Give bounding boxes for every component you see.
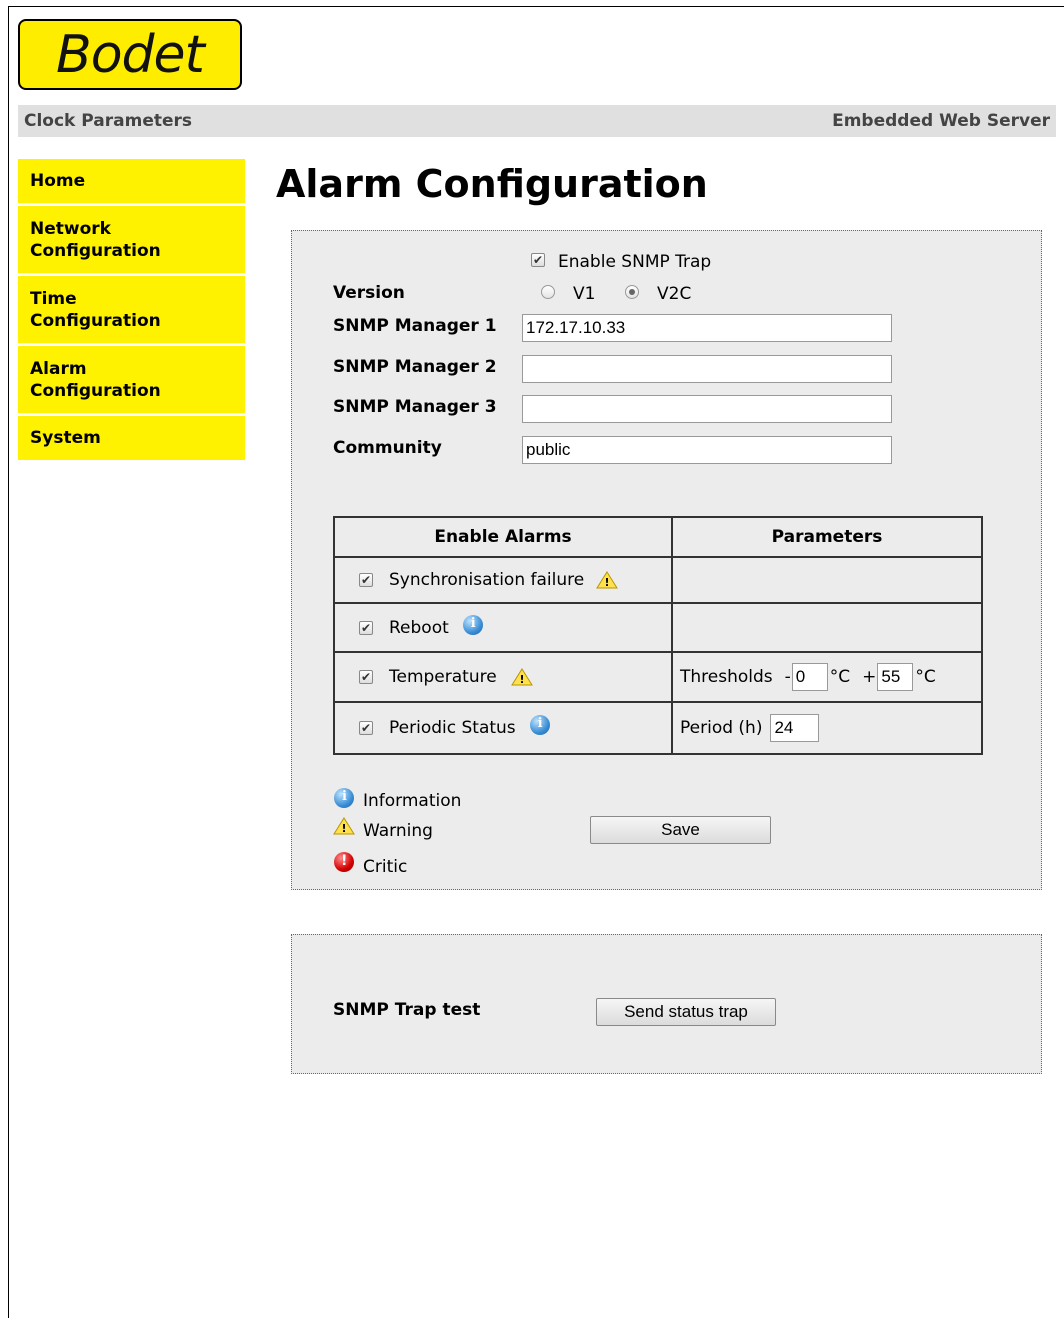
periodic-status-label: Periodic Status (389, 718, 516, 738)
page-border-top (8, 6, 1064, 7)
parameter-cell (671, 602, 983, 653)
alarm-cell: ✔ Periodic Status (333, 701, 673, 755)
svg-text:!: ! (341, 822, 346, 835)
alarm-cell: ✔ Reboot (333, 602, 673, 653)
information-icon (462, 614, 483, 635)
enable-snmp-trap-checkbox[interactable]: ✔ (531, 253, 545, 267)
warning-icon: ! (510, 668, 533, 686)
header-left-title: Clock Parameters (24, 111, 193, 131)
information-icon (334, 788, 354, 808)
temperature-label: Temperature (389, 667, 497, 687)
sync-failure-checkbox[interactable]: ✔ (359, 573, 373, 587)
period-input[interactable]: 24 (770, 714, 820, 742)
sidebar-item-label: Home (30, 171, 86, 191)
community-label: Community (333, 438, 442, 458)
sidebar-item-system[interactable]: System (18, 416, 245, 460)
periodic-status-checkbox[interactable]: ✔ (359, 721, 373, 735)
critic-icon (334, 852, 354, 872)
threshold-min-input[interactable]: 0 (791, 663, 828, 691)
threshold-max-unit: °C (915, 667, 936, 687)
legend-warning-label: Warning (363, 821, 433, 841)
sidebar-nav: Home Network Configuration Time Configurat… (18, 159, 245, 463)
snmp-manager-3-label: SNMP Manager 3 (333, 397, 497, 417)
version-v1-label: V1 (573, 284, 596, 304)
version-label: Version (333, 283, 405, 303)
logo-text: Bodet (56, 24, 205, 85)
snmp-manager-2-label: SNMP Manager 2 (333, 357, 497, 377)
reboot-label: Reboot (389, 617, 449, 638)
table-row: ✔ Synchronisation failure ! (333, 556, 983, 604)
snmp-trap-test-label: SNMP Trap test (333, 1000, 481, 1020)
sidebar-item-network-configuration[interactable]: Network Configuration (18, 206, 245, 273)
period-label: Period (h) (680, 718, 763, 738)
header-right-title: Embedded Web Server (832, 111, 1050, 131)
enable-snmp-trap-label: Enable SNMP Trap (558, 252, 712, 272)
alarm-cell: ✔ Temperature ! (333, 651, 673, 703)
table-row: ✔ Reboot (333, 602, 983, 653)
page-border-left (8, 6, 9, 1318)
snmp-manager-1-input[interactable]: 172.17.10.33 (522, 314, 892, 342)
header-bar: Clock Parameters Embedded Web Server (18, 105, 1056, 137)
enable-alarms-header: Enable Alarms (333, 516, 673, 558)
version-v2c-label: V2C (657, 284, 692, 304)
sidebar-item-label: Network Configuration (30, 218, 161, 261)
parameter-cell (671, 556, 983, 604)
warning-icon: ! (596, 571, 619, 589)
version-v1-radio[interactable] (541, 285, 555, 299)
snmp-manager-2-input[interactable] (522, 355, 892, 383)
sync-failure-label: Synchronisation failure (389, 570, 585, 590)
sidebar-item-alarm-configuration[interactable]: Alarm Configuration (18, 346, 245, 413)
alarms-table: Enable Alarms Parameters ✔ Synchronisati… (333, 516, 983, 755)
sidebar-item-time-configuration[interactable]: Time Configuration (18, 276, 245, 343)
temperature-checkbox[interactable]: ✔ (359, 670, 373, 684)
parameter-cell: Thresholds - 0 °C + 55 °C (671, 651, 983, 703)
svg-text:!: ! (605, 576, 610, 589)
save-button[interactable]: Save (590, 816, 771, 844)
snmp-manager-3-input[interactable] (522, 395, 892, 423)
snmp-manager-1-label: SNMP Manager 1 (333, 316, 497, 336)
legend-information-label: Information (363, 791, 462, 811)
information-icon (529, 715, 550, 735)
bodet-logo: Bodet (18, 19, 242, 90)
page-title: Alarm Configuration (276, 162, 708, 206)
sidebar-item-home[interactable]: Home (18, 159, 245, 203)
thresholds-label: Thresholds (680, 667, 773, 687)
threshold-min-sign: - (784, 667, 791, 687)
parameters-header: Parameters (671, 516, 983, 558)
sidebar-item-label: Time Configuration (30, 288, 161, 331)
threshold-max-input[interactable]: 55 (877, 663, 914, 691)
threshold-min-unit: °C (829, 667, 851, 687)
alarm-cell: ✔ Synchronisation failure ! (333, 556, 673, 604)
warning-icon: ! (333, 817, 355, 835)
community-input[interactable]: public (522, 436, 892, 464)
parameter-cell: Period (h) 24 (671, 701, 983, 755)
table-row: ✔ Periodic Status Period (h) 24 (333, 701, 983, 755)
sidebar-item-label: Alarm Configuration (30, 358, 161, 401)
sidebar-item-label: System (30, 428, 101, 448)
send-status-trap-button[interactable]: Send status trap (596, 998, 776, 1026)
version-v2c-radio[interactable] (625, 285, 639, 299)
legend-critic-label: Critic (363, 857, 408, 877)
table-header-row: Enable Alarms Parameters (333, 516, 983, 558)
reboot-checkbox[interactable]: ✔ (359, 620, 373, 635)
threshold-max-sign: + (862, 667, 877, 687)
svg-text:!: ! (519, 673, 524, 686)
table-row: ✔ Temperature ! Thresholds - 0 °C + 55 °… (333, 651, 983, 703)
